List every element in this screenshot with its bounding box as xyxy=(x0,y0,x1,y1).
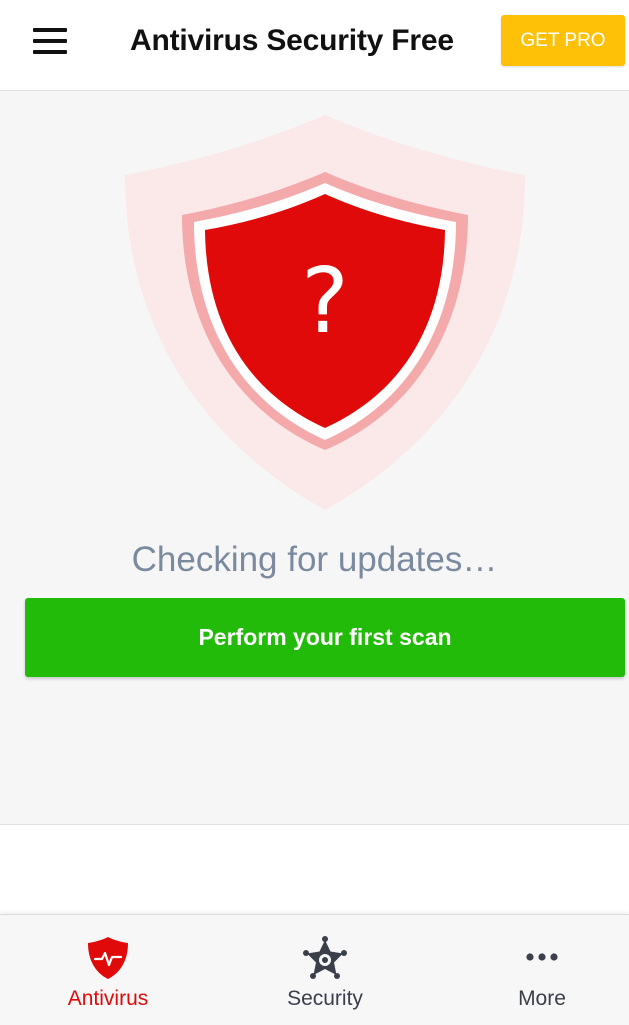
shield-pulse-icon xyxy=(85,935,131,986)
more-dots-icon xyxy=(525,949,559,967)
app-title: Antivirus Security Free xyxy=(130,24,454,57)
status-text: Checking for updates… xyxy=(131,540,498,579)
content-card xyxy=(0,824,629,914)
nav-label-security: Security xyxy=(287,987,363,1010)
nav-item-antivirus[interactable]: Antivirus xyxy=(3,915,213,1025)
perform-scan-button[interactable]: Perform your first scan xyxy=(25,598,625,677)
hamburger-menu-icon xyxy=(33,39,67,43)
hamburger-menu-icon xyxy=(33,50,67,54)
nav-label-antivirus: Antivirus xyxy=(67,987,149,1010)
nav-label-more: More xyxy=(518,987,566,1010)
shield-question-icon: ? xyxy=(125,115,525,510)
status-shield: ? xyxy=(120,110,530,515)
shield-symbol: ? xyxy=(301,249,349,354)
get-pro-button[interactable]: GET PRO xyxy=(501,15,625,66)
bottom-navigation: Antivirus Security More xyxy=(0,914,629,1025)
hamburger-menu-icon xyxy=(33,28,67,32)
nav-item-more[interactable]: More xyxy=(437,915,629,1025)
app-bar: Antivirus Security Free GET PRO xyxy=(0,0,629,91)
nav-item-security[interactable]: Security xyxy=(220,915,430,1025)
menu-button[interactable] xyxy=(30,28,70,58)
sheriff-badge-icon xyxy=(301,935,349,988)
